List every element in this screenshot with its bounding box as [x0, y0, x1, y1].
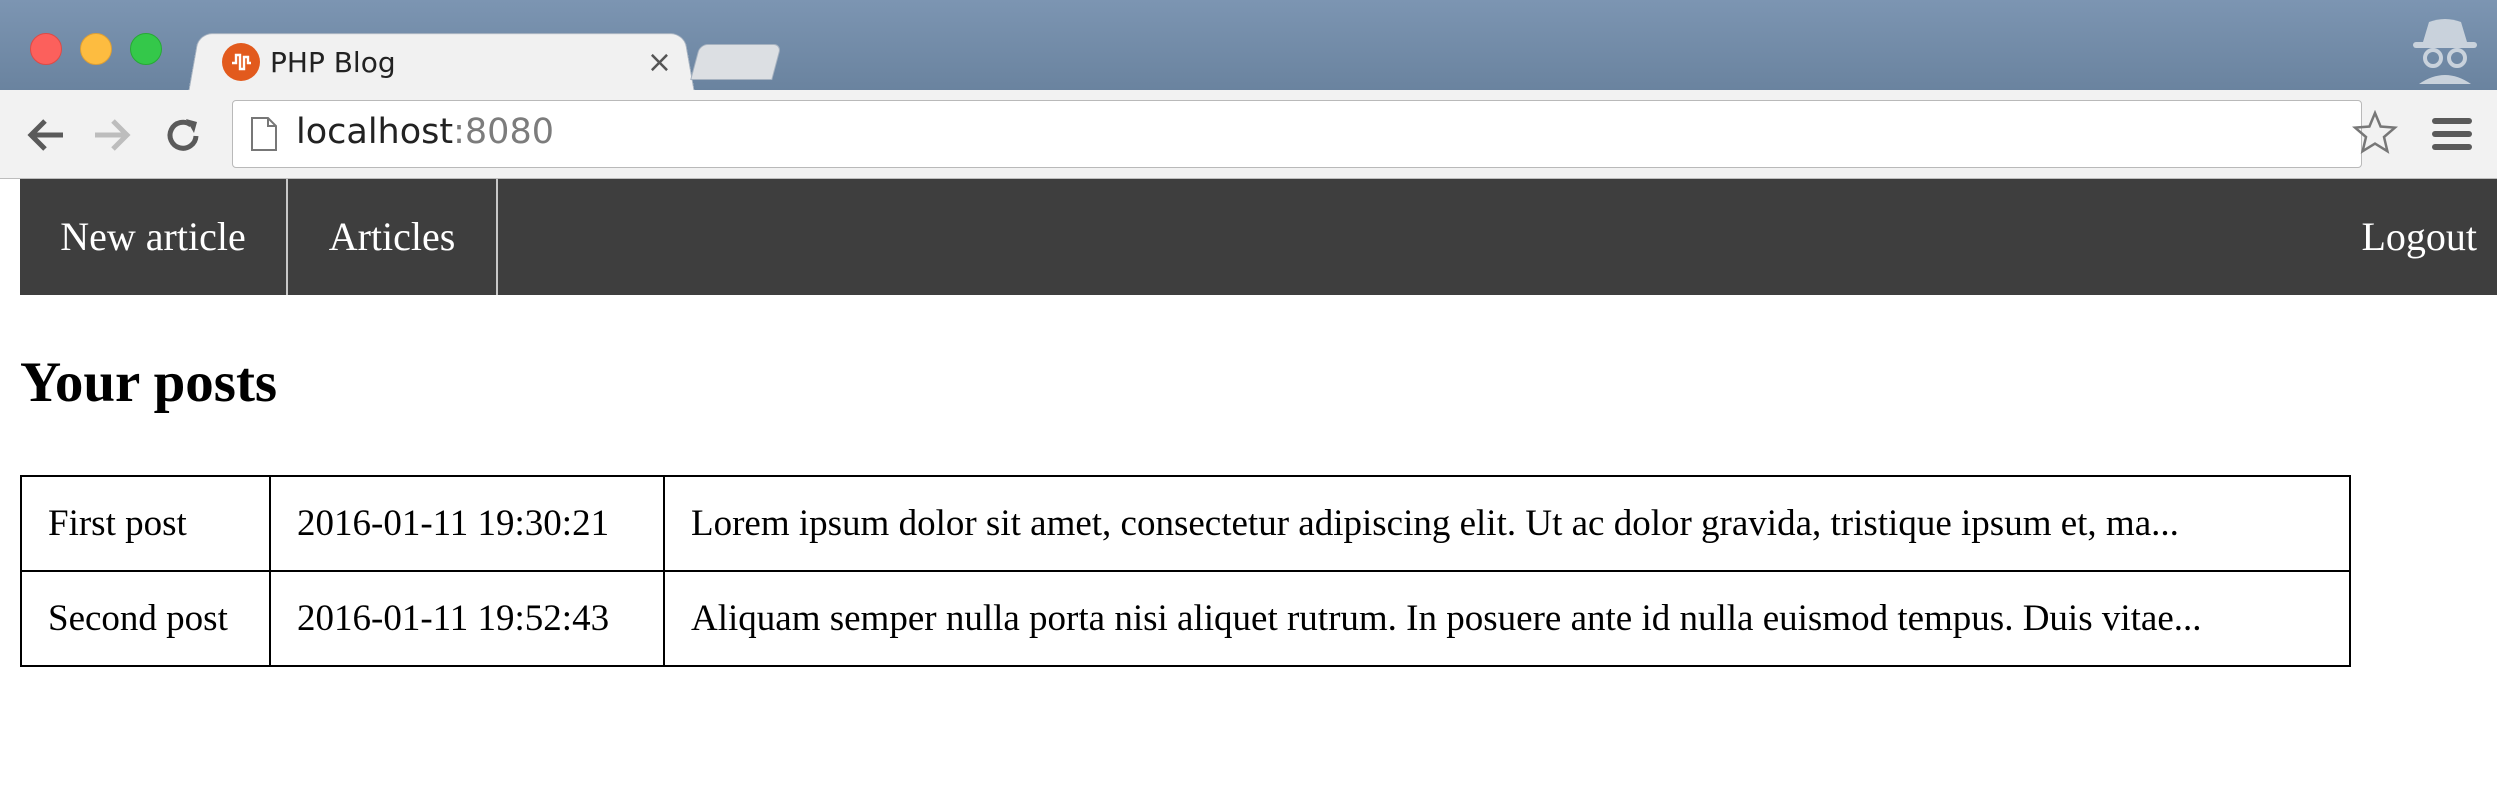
tab-title: PHP Blog: [270, 45, 396, 79]
post-date: 2016-01-11 19:30:21: [269, 475, 665, 572]
posts-table: First post 2016-01-11 19:30:21 Lorem ips…: [20, 475, 2351, 667]
page-icon: [248, 116, 280, 152]
page-title: Your posts: [20, 351, 278, 414]
zoom-window-button[interactable]: [130, 33, 162, 65]
new-tab-button[interactable]: [690, 44, 782, 80]
table-row: Second post 2016-01-11 19:52:43 Aliquam …: [20, 570, 2351, 667]
browser-tabstrip: PHP Blog ×: [0, 0, 2497, 93]
table-row: First post 2016-01-11 19:30:21 Lorem ips…: [20, 475, 2351, 572]
logout-link[interactable]: Logout: [2277, 179, 2497, 295]
back-arrow-icon[interactable]: [22, 112, 68, 158]
reload-icon[interactable]: [160, 112, 206, 158]
forward-arrow-icon[interactable]: [90, 112, 136, 158]
post-title: First post: [20, 475, 271, 572]
post-excerpt: Lorem ipsum dolor sit amet, consectetur …: [663, 475, 2351, 572]
new-article-link[interactable]: New article: [20, 179, 288, 295]
php-logo-icon: [222, 43, 260, 81]
star-icon[interactable]: [2351, 109, 2399, 156]
url-host: localhost: [296, 112, 454, 152]
browser-tab-content[interactable]: PHP Blog ×: [222, 38, 672, 86]
post-title: Second post: [20, 570, 271, 667]
menu-icon[interactable]: [2430, 114, 2474, 154]
url-port: :8080: [453, 112, 554, 152]
tab-close-icon[interactable]: ×: [647, 45, 672, 80]
minimize-window-button[interactable]: [80, 33, 112, 65]
site-navbar: New article Articles Logout: [20, 179, 2497, 295]
post-date: 2016-01-11 19:52:43: [269, 570, 665, 667]
close-window-button[interactable]: [30, 33, 62, 65]
url-text[interactable]: localhost:8080: [296, 112, 554, 152]
post-excerpt: Aliquam semper nulla porta nisi aliquet …: [663, 570, 2351, 667]
incognito-icon: [2405, 14, 2485, 84]
articles-link[interactable]: Articles: [288, 179, 498, 295]
